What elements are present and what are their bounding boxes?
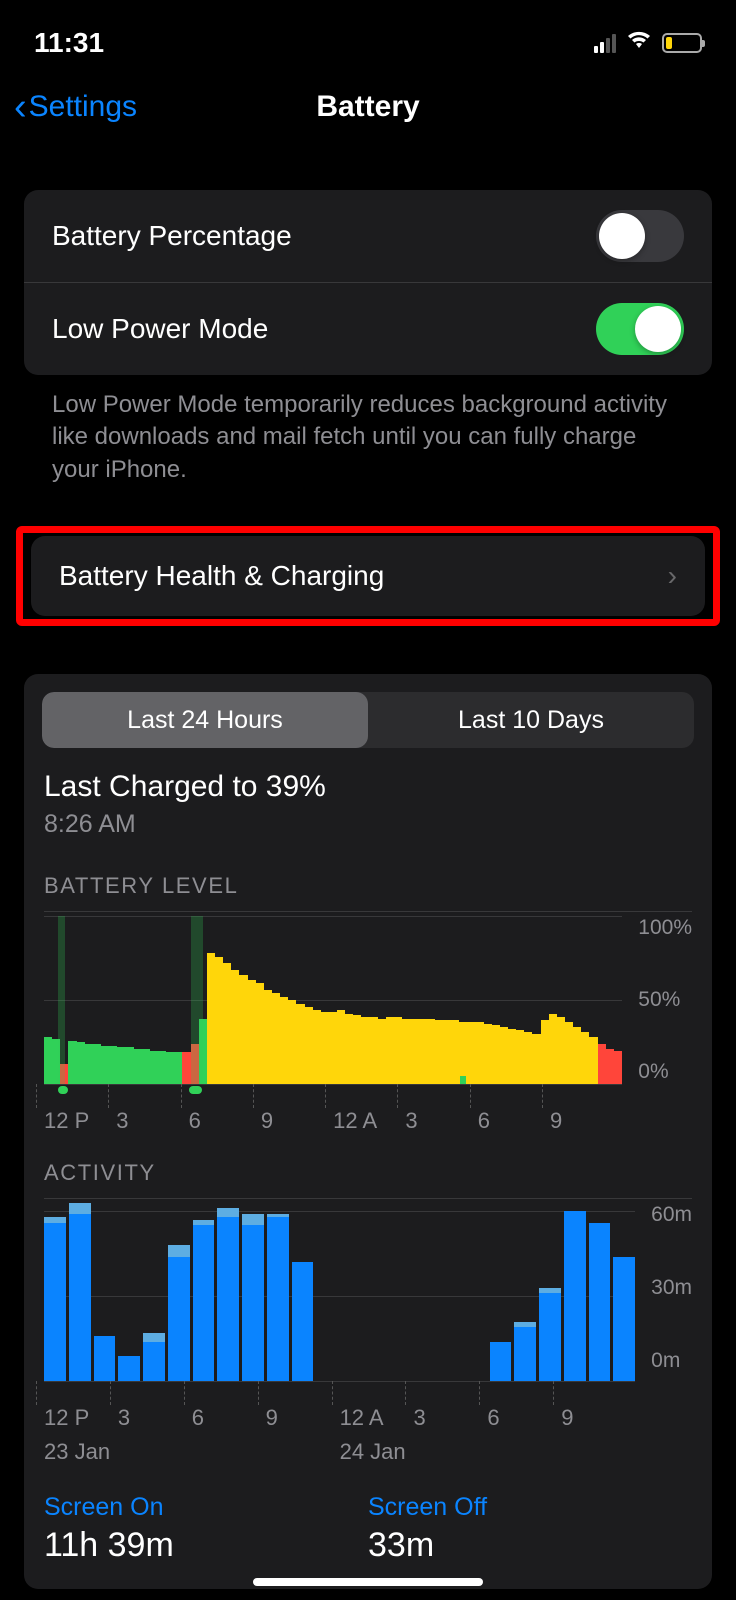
activity-chart[interactable]: [44, 1211, 635, 1381]
low-power-mode-toggle[interactable]: [596, 303, 684, 355]
y-tick: 100%: [638, 916, 692, 940]
y-tick: 30m: [651, 1276, 692, 1300]
wifi-icon: [626, 30, 652, 56]
screen-off-value: 33m: [368, 1526, 692, 1565]
screen-on-value: 11h 39m: [44, 1526, 368, 1565]
row-label: Battery Health & Charging: [59, 560, 384, 592]
screen-off-label: Screen Off: [368, 1493, 692, 1522]
chevron-right-icon: ›: [668, 560, 677, 592]
y-tick: 0m: [651, 1349, 692, 1373]
back-button[interactable]: ‹ Settings: [14, 88, 137, 126]
date-label: 23 Jan: [44, 1439, 340, 1465]
tab-last-10-days[interactable]: Last 10 Days: [368, 692, 694, 748]
home-indicator[interactable]: [253, 1578, 483, 1586]
status-icons: [594, 30, 702, 56]
time-range-segmented-control[interactable]: Last 24 Hours Last 10 Days: [42, 692, 694, 748]
status-time: 11:31: [34, 27, 104, 59]
battery-level-chart[interactable]: [44, 916, 622, 1084]
date-label: 24 Jan: [340, 1439, 636, 1465]
low-power-mode-row[interactable]: Low Power Mode: [24, 282, 712, 375]
tab-last-24-hours[interactable]: Last 24 Hours: [42, 692, 368, 748]
battery-percentage-toggle[interactable]: [596, 210, 684, 262]
last-charged-time: 8:26 AM: [44, 810, 692, 839]
battery-level-heading: BATTERY LEVEL: [44, 873, 692, 899]
row-label: Low Power Mode: [52, 313, 268, 345]
cellular-signal-icon: [594, 33, 616, 53]
screen-on-label: Screen On: [44, 1493, 368, 1522]
last-charged-title: Last Charged to 39%: [44, 770, 692, 804]
activity-heading: ACTIVITY: [44, 1160, 692, 1186]
highlight-annotation: Battery Health & Charging ›: [16, 526, 720, 626]
back-label: Settings: [29, 90, 137, 124]
battery-health-row[interactable]: Battery Health & Charging ›: [31, 536, 705, 616]
y-tick: 0%: [638, 1060, 692, 1084]
battery-percentage-row[interactable]: Battery Percentage: [24, 190, 712, 282]
y-tick: 60m: [651, 1203, 692, 1227]
low-power-footer: Low Power Mode temporarily reduces backg…: [24, 375, 712, 486]
page-title: Battery: [316, 90, 419, 124]
row-label: Battery Percentage: [52, 220, 292, 252]
chevron-left-icon: ‹: [14, 88, 27, 126]
y-tick: 50%: [638, 988, 692, 1012]
battery-status-icon: [662, 33, 702, 53]
